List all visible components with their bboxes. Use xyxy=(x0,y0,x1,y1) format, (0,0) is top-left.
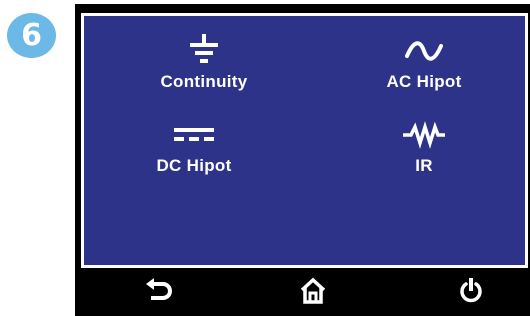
ac-hipot-mode-button[interactable]: AC Hipot xyxy=(349,34,499,92)
step-number-badge: 6 xyxy=(7,13,56,58)
power-button[interactable] xyxy=(441,270,501,316)
ac-sine-icon xyxy=(404,34,444,68)
continuity-label: Continuity xyxy=(160,72,248,91)
tester-display: Continuity AC Hipot DC Hipot IR xyxy=(75,4,530,316)
resistor-icon xyxy=(402,118,446,152)
mode-menu-screen: Continuity AC Hipot DC Hipot IR xyxy=(81,13,528,268)
dc-hipot-label: DC Hipot xyxy=(156,156,232,175)
back-button[interactable] xyxy=(129,270,189,316)
home-icon xyxy=(299,277,327,310)
ir-mode-button[interactable]: IR xyxy=(349,118,499,176)
home-button[interactable] xyxy=(283,270,343,316)
back-arrow-icon xyxy=(145,277,173,309)
ground-icon xyxy=(189,34,219,68)
ir-label: IR xyxy=(415,156,433,175)
bottom-nav-bar xyxy=(75,270,530,316)
power-icon xyxy=(458,277,484,310)
dc-hipot-mode-button[interactable]: DC Hipot xyxy=(119,118,269,176)
continuity-mode-button[interactable]: Continuity xyxy=(129,34,279,92)
dc-symbol-icon xyxy=(172,118,216,152)
ac-hipot-label: AC Hipot xyxy=(386,72,462,91)
